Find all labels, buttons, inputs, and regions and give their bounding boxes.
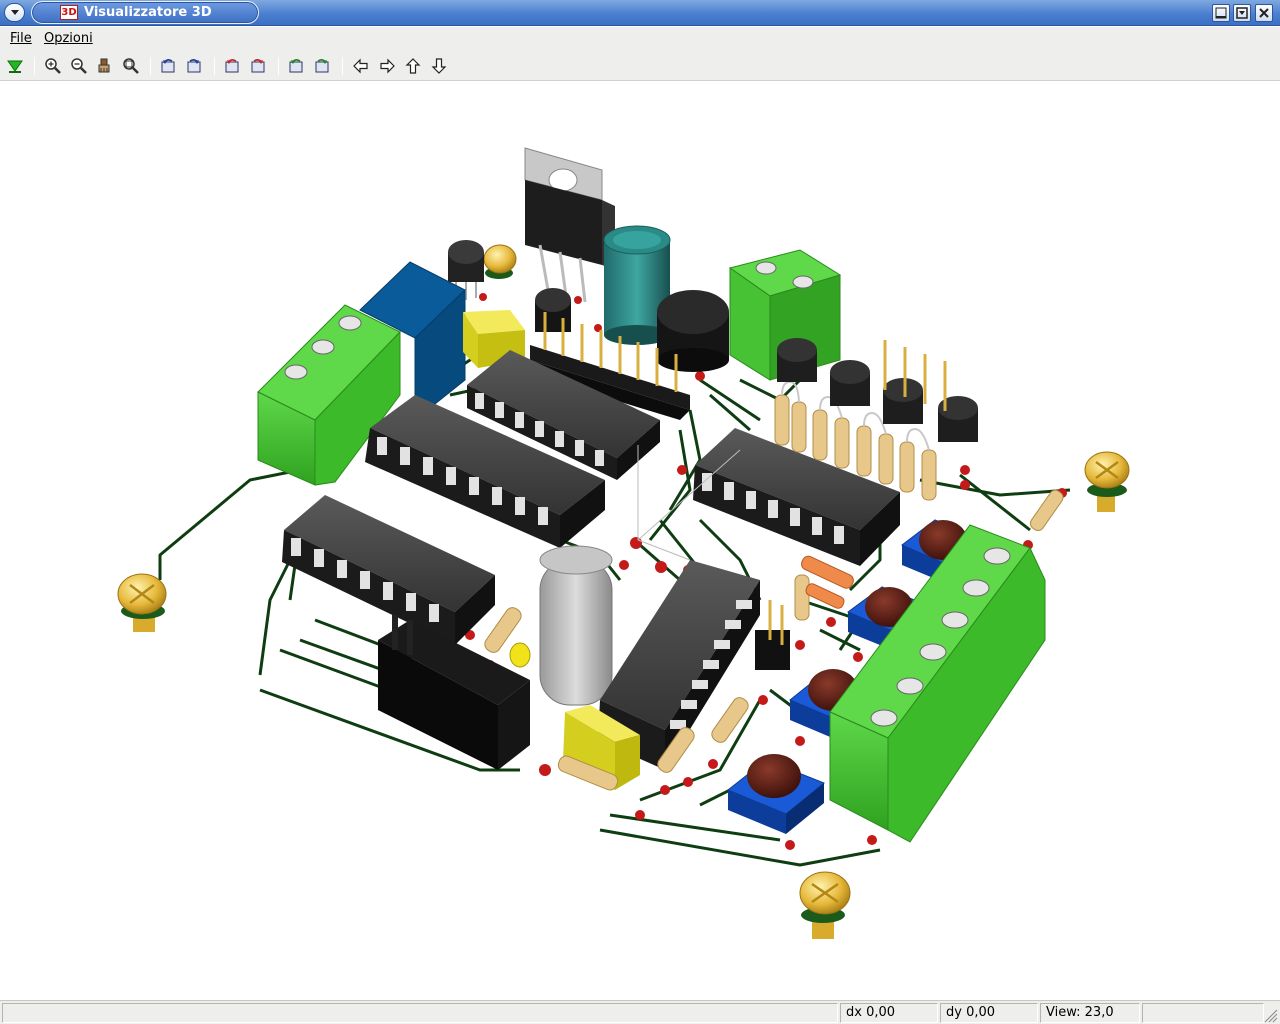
window-title: Visualizzatore 3D [84,5,212,20]
pan-up-icon [405,58,421,74]
window-menu-button[interactable] [4,3,25,22]
close-button[interactable] [1255,4,1273,22]
zoom-fit-button[interactable] [120,55,142,77]
menu-options[interactable]: Opzioni [44,31,93,46]
rotate-z-pos-button[interactable] [312,55,334,77]
reload-button[interactable] [4,55,26,77]
pin-header-right [755,600,790,670]
title-bar: 3D Visualizzatore 3D [0,0,1280,26]
menu-bar: File Opzioni [0,27,1280,51]
transistor-top-mid [535,288,571,332]
pan-left-button[interactable] [350,55,372,77]
zoom-out-button[interactable] [68,55,90,77]
status-main [2,1003,838,1023]
zoom-in-button[interactable] [42,55,64,77]
rotate-z-neg-icon [289,59,303,73]
voltage-regulator [524,147,615,303]
status-bar: dx 0,00 dy 0,00 View: 23,0 [0,1000,1280,1024]
status-dy: dy 0,00 [940,1003,1038,1023]
minimize-button[interactable] [1212,4,1230,22]
crystal-oscillator [539,545,613,706]
app-icon: 3D [60,5,78,20]
rotate-y-neg-icon [225,59,239,73]
status-view: View: 23,0 [1040,1003,1140,1023]
maximize-button[interactable] [1233,4,1251,22]
redraw-button[interactable] [94,55,116,77]
zoom-in-icon [45,58,61,74]
pan-right-icon [380,58,395,74]
status-extra [1142,1003,1264,1023]
maximize-icon [1236,7,1248,19]
mounting-screw-right [1084,451,1130,512]
pan-down-button[interactable] [428,55,450,77]
rotate-z-neg-button[interactable] [286,55,308,77]
status-dx: dx 0,00 [840,1003,938,1023]
zoom-out-icon [71,58,87,74]
mounting-screw-bottom [799,871,851,939]
toolbar [0,51,1280,81]
mounting-screw-left [117,573,167,632]
rotate-y-pos-icon [251,59,265,73]
zoom-fit-icon [123,58,139,74]
led [509,642,531,668]
redraw-icon [98,58,110,73]
push-button-4 [727,754,825,834]
pcb-3d-render [117,147,1130,939]
pan-right-button[interactable] [376,55,398,77]
menu-file[interactable]: File [10,31,32,46]
pan-down-icon [431,58,447,74]
buzzer [657,290,729,372]
resize-grip-icon[interactable] [1264,1009,1278,1023]
rotate-x-pos-icon [187,59,201,73]
minimize-icon [1215,7,1227,19]
rotate-x-neg-icon [161,59,175,73]
rotate-z-pos-icon [315,59,329,73]
mounting-screw-top [483,244,517,279]
ic-chip-3 [282,495,495,645]
transistors-right [777,338,978,442]
pan-up-button[interactable] [402,55,424,77]
3d-viewport[interactable] [0,82,1280,1000]
close-icon [1259,8,1269,18]
title-pill: 3D Visualizzatore 3D [31,1,259,24]
reload-icon [7,60,23,73]
rotate-x-pos-button[interactable] [184,55,206,77]
rotate-x-neg-button[interactable] [158,55,180,77]
rotate-y-neg-button[interactable] [222,55,244,77]
rotate-y-pos-button[interactable] [248,55,270,77]
pan-left-icon [353,58,368,74]
